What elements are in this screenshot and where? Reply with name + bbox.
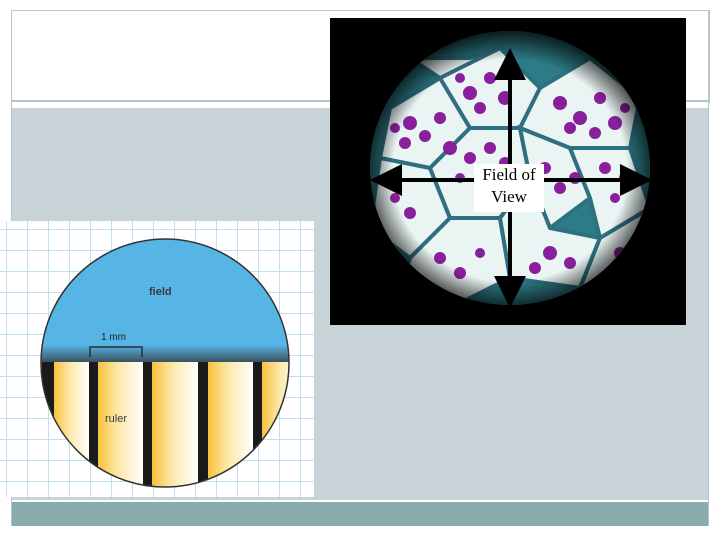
footer-bar bbox=[11, 502, 709, 526]
field-edge-shadow bbox=[41, 345, 289, 363]
ruler-label: ruler bbox=[105, 413, 128, 425]
field-label: field bbox=[149, 286, 172, 298]
ruler-tick bbox=[89, 362, 98, 487]
field-of-view-label: Field of View bbox=[474, 164, 544, 212]
field-ruler-diagram: field 1 mm ruler bbox=[0, 221, 314, 497]
fov-label-line2: View bbox=[491, 187, 527, 206]
ruler-tick bbox=[198, 362, 208, 487]
scale-label: 1 mm bbox=[101, 332, 126, 343]
field-ruler-illustration bbox=[40, 238, 290, 488]
frame-border-right bbox=[708, 10, 709, 526]
fov-label-line1: Field of bbox=[482, 165, 536, 184]
micrograph-image: Field of View bbox=[330, 18, 686, 325]
ruler-tick bbox=[253, 362, 262, 487]
ruler-tick bbox=[42, 362, 54, 487]
ruler-tick bbox=[143, 362, 152, 487]
